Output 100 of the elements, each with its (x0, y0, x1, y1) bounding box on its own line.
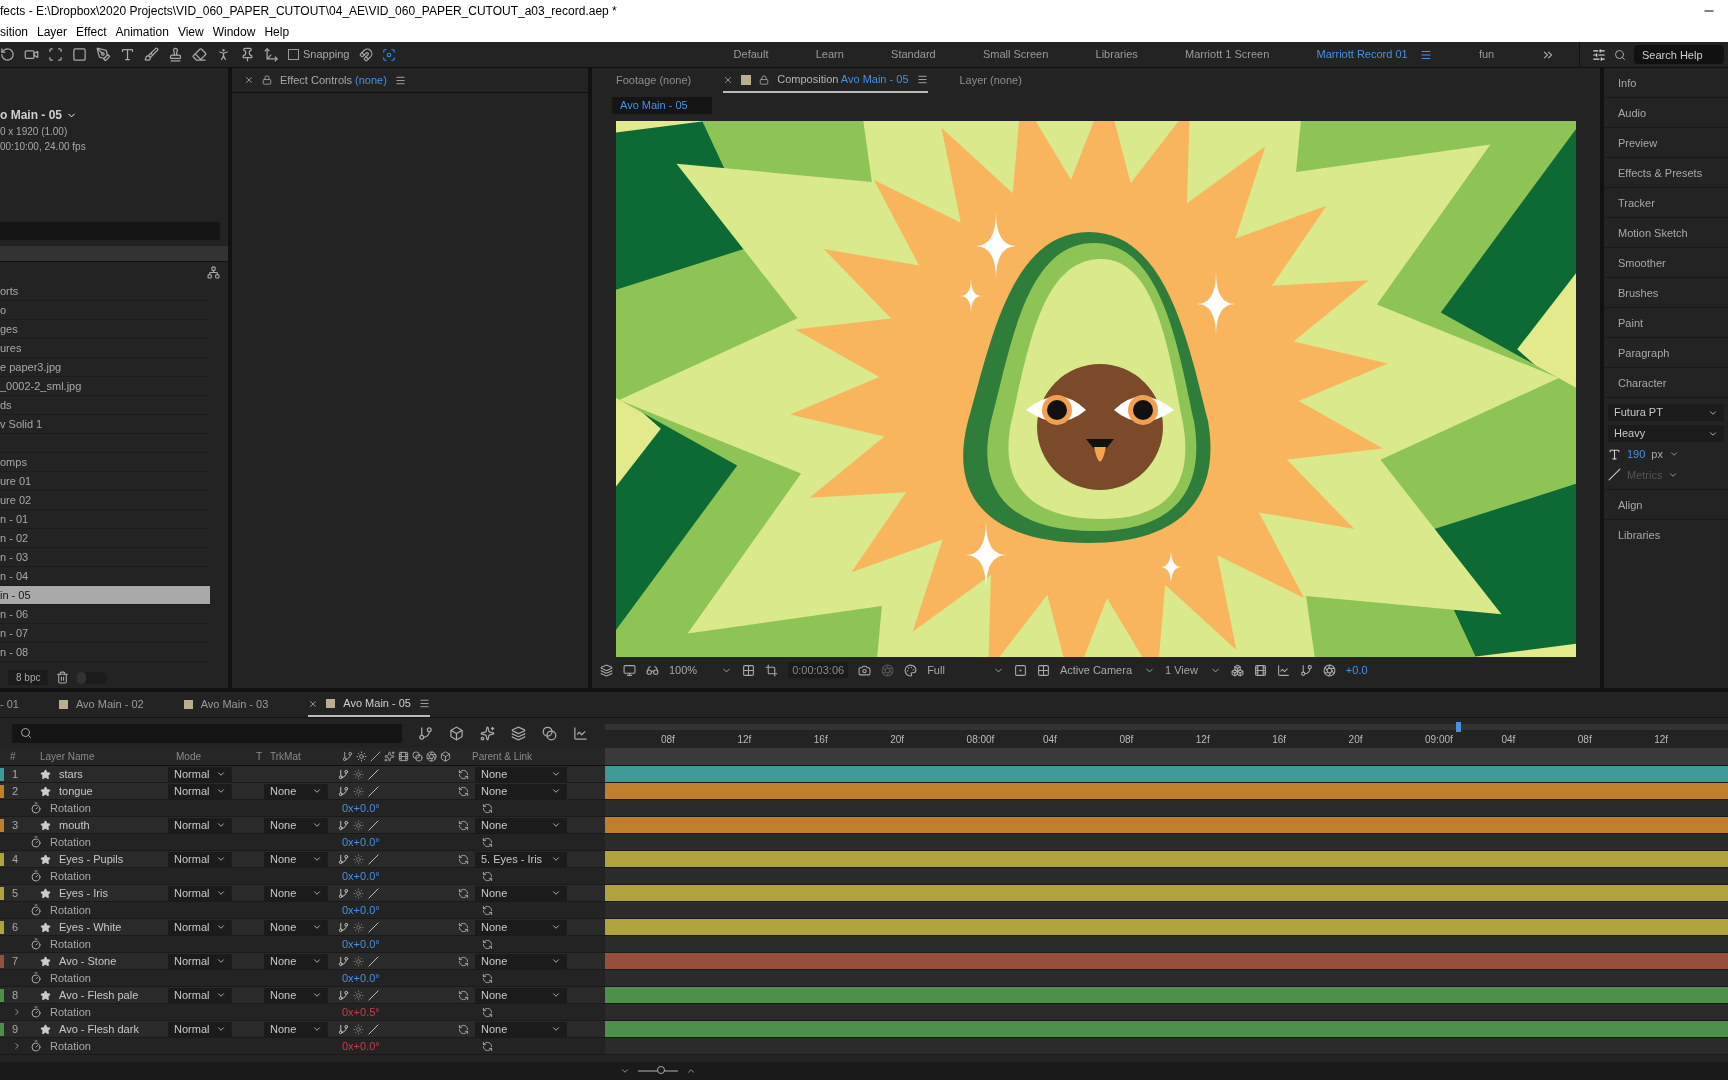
parent-dropdown[interactable]: None (475, 1021, 567, 1037)
stopwatch-icon[interactable] (30, 972, 42, 984)
parent-dropdown[interactable]: None (475, 919, 567, 935)
panel-tab[interactable]: Effect Controls (none) (280, 71, 387, 89)
label-color[interactable] (0, 767, 4, 781)
menu-icon[interactable] (1419, 48, 1432, 61)
region-icon[interactable] (765, 663, 779, 677)
quality-icon[interactable] (370, 751, 381, 762)
track-matte-dropdown[interactable]: None (264, 1021, 328, 1037)
track-matte-dropdown[interactable]: None (264, 885, 328, 901)
pen-tool-icon[interactable] (96, 47, 111, 62)
lock-icon[interactable] (262, 75, 272, 85)
property-value[interactable]: 0x+0.0° (342, 969, 482, 987)
menu-item[interactable]: sition (0, 23, 28, 41)
track-matte-dropdown[interactable]: None (264, 987, 328, 1003)
quality-switch-icon[interactable] (368, 921, 379, 933)
zoom-in-icon[interactable] (686, 1066, 696, 1076)
effects-icon[interactable] (384, 751, 395, 762)
parent-dropdown[interactable]: None (475, 953, 567, 969)
layer-name[interactable]: Eyes - Pupils (51, 850, 168, 868)
quality-switch-icon[interactable] (368, 955, 379, 967)
camera-dropdown[interactable]: Active Camera (1059, 661, 1155, 679)
panel-header[interactable]: Paint (1604, 308, 1728, 338)
layer-name[interactable]: Eyes - White (51, 918, 168, 936)
bit-depth-button[interactable]: 8 bpc (8, 670, 49, 685)
trash-icon[interactable] (56, 671, 70, 684)
panel-header[interactable]: Brushes (1604, 278, 1728, 308)
layer-search-field[interactable] (12, 723, 402, 743)
menu-item[interactable]: Window (212, 23, 256, 41)
label-color[interactable] (0, 954, 4, 968)
panel-header[interactable]: Smoother (1604, 248, 1728, 278)
mode-dropdown[interactable]: Normal (168, 766, 232, 782)
workspace-settings-icon[interactable] (1592, 47, 1606, 62)
mode-dropdown[interactable]: Normal (168, 817, 232, 833)
menu-icon[interactable] (394, 74, 406, 86)
menu-item[interactable]: View (177, 23, 204, 41)
workspace-tab[interactable]: Learn (815, 46, 844, 63)
clone-stamp-tool-icon[interactable] (168, 47, 183, 62)
eraser-tool-icon[interactable] (192, 47, 207, 62)
track-matte-dropdown[interactable]: None (264, 783, 328, 799)
monitor-icon[interactable] (623, 663, 636, 677)
panel-header[interactable]: Preview (1604, 128, 1728, 158)
lock-icon[interactable] (759, 74, 770, 85)
project-item[interactable]: n - 07 (0, 624, 210, 643)
parent-dropdown[interactable]: None (475, 766, 567, 782)
thumbnail-slider[interactable] (77, 671, 87, 684)
workspace-tab[interactable]: fun (1478, 46, 1495, 63)
property-value[interactable]: 0x+0.0° (342, 901, 482, 919)
label-color[interactable] (0, 1022, 4, 1036)
stopwatch-icon[interactable] (30, 1006, 42, 1018)
panel-header[interactable]: Effects & Presets (1604, 158, 1728, 188)
timeline-tab[interactable]: - 01 (0, 696, 19, 713)
view-layout-dropdown[interactable]: 1 View (1165, 661, 1221, 679)
timeline-tab[interactable]: Avo Main - 05 (343, 695, 411, 712)
stopwatch-icon[interactable] (30, 904, 42, 916)
timeline-zoom-slider[interactable] (657, 1066, 666, 1074)
mode-dropdown[interactable]: Normal (168, 783, 232, 799)
workspace-tab[interactable]: Small Screen (982, 46, 1049, 63)
workspace-tab[interactable]: Default (733, 46, 769, 63)
transparency-grid-icon[interactable] (1036, 663, 1050, 677)
property-value[interactable]: 0x+0.0° (342, 799, 482, 817)
project-item[interactable]: orts (0, 282, 210, 301)
stopwatch-icon[interactable] (30, 1040, 42, 1052)
project-item[interactable]: n - 08 (0, 643, 210, 662)
comp-breadcrumb[interactable]: Avo Main - 05 (612, 97, 712, 114)
project-item[interactable]: e paper3.jpg (0, 358, 210, 377)
layer-name[interactable]: tongue (51, 782, 168, 800)
mode-dropdown[interactable]: Normal (168, 953, 232, 969)
menu-item[interactable]: Animation (115, 23, 169, 41)
quality-switch-icon[interactable] (368, 768, 379, 780)
rectangle-tool-icon[interactable] (72, 47, 87, 62)
panel-tab[interactable]: Layer (none) (959, 72, 1022, 89)
layer-name[interactable]: Avo - Flesh pale (51, 986, 168, 1004)
pan-behind-tool-icon[interactable] (48, 47, 63, 62)
label-color[interactable] (0, 920, 4, 934)
project-item[interactable]: n - 01 (0, 510, 210, 529)
track-matte-dropdown[interactable]: None (264, 851, 328, 867)
camera-tool-icon[interactable] (24, 47, 39, 62)
panel-header[interactable]: Paragraph (1604, 338, 1728, 368)
parent-dropdown[interactable]: None (475, 885, 567, 901)
project-item[interactable]: ges (0, 320, 210, 339)
property-value[interactable]: 0x+0.0° (342, 935, 482, 953)
font-family-dropdown[interactable]: Futura PT (1608, 404, 1724, 421)
color-channels-icon[interactable] (904, 663, 918, 677)
label-color[interactable] (0, 852, 4, 866)
puppet-pin-tool-icon[interactable] (240, 47, 255, 62)
project-item[interactable]: n - 02 (0, 529, 210, 548)
label-color[interactable] (0, 784, 4, 798)
project-item[interactable]: omps (0, 453, 210, 472)
workspace-tab[interactable]: Marriott Record 01 (1316, 46, 1408, 63)
mode-dropdown[interactable]: Normal (168, 987, 232, 1003)
snapping-checkbox[interactable]: Snapping (288, 46, 350, 63)
workspace-tab[interactable]: Standard (891, 46, 936, 63)
project-item[interactable]: in - 05 (0, 586, 210, 605)
menu-item[interactable]: Help (264, 23, 290, 41)
stopwatch-icon[interactable] (30, 836, 42, 848)
rotate-tool-icon[interactable] (0, 47, 15, 62)
quality-switch-icon[interactable] (368, 819, 379, 831)
parent-dropdown[interactable]: 5. Eyes - Iris (475, 851, 567, 867)
graph-editor-icon[interactable] (573, 725, 588, 741)
